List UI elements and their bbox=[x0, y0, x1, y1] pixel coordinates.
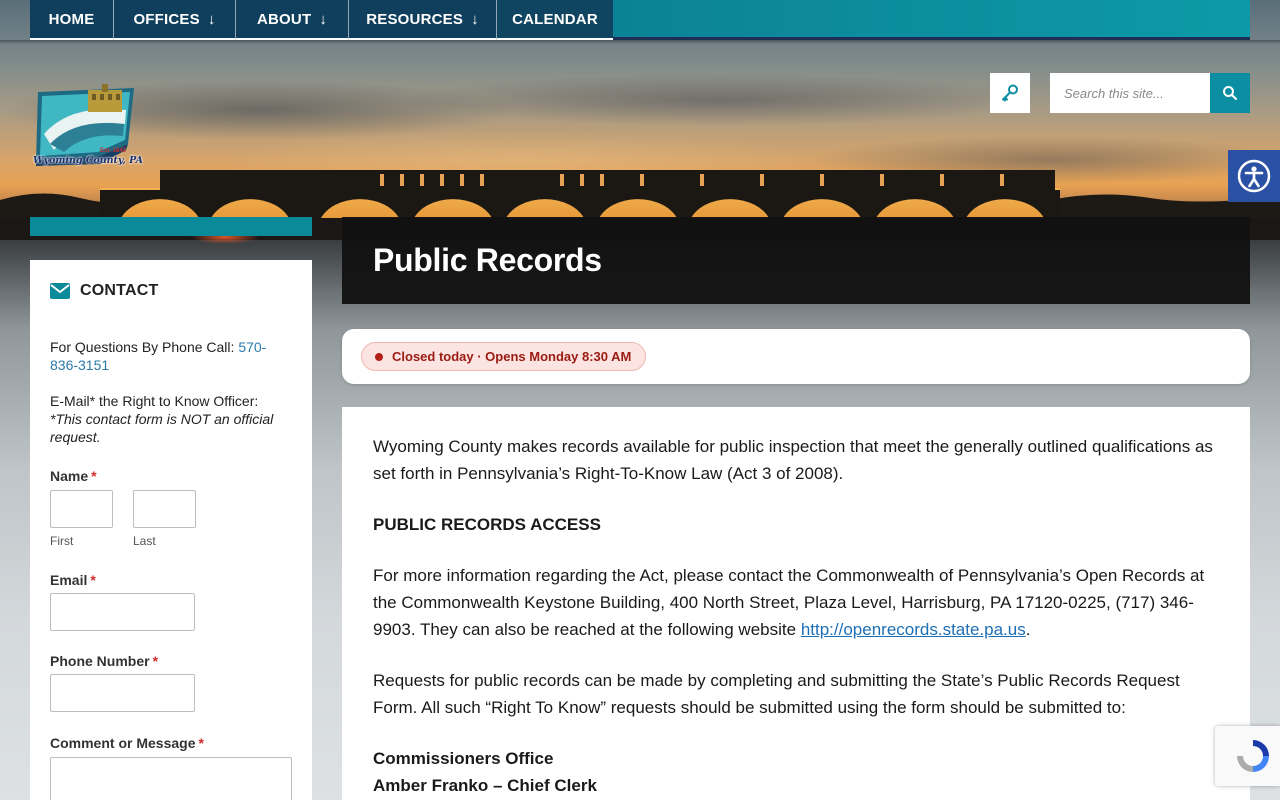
logo-text: Wyoming County, PA bbox=[33, 155, 143, 166]
search-icon bbox=[1223, 86, 1237, 100]
nav-calendar-label: CALENDAR bbox=[512, 10, 598, 28]
email-label-text: Email bbox=[50, 572, 88, 588]
phone-prefix: For Questions By Phone Call: bbox=[50, 339, 239, 355]
info-text: For more information regarding the Act, … bbox=[373, 566, 1205, 639]
name-label: Name * bbox=[50, 468, 292, 484]
sidebar-accent bbox=[30, 217, 312, 236]
info-end: . bbox=[1025, 620, 1031, 639]
search-button[interactable] bbox=[1210, 73, 1250, 113]
nav-offices-label: OFFICES bbox=[133, 10, 200, 28]
first-name-col: First bbox=[50, 490, 133, 548]
nav-resources[interactable]: RESOURCES ↓ bbox=[349, 0, 497, 40]
contact-header: CONTACT bbox=[50, 280, 292, 302]
hours-status-card: Closed today · Opens Monday 8:30 AM bbox=[342, 329, 1250, 384]
comment-label: Comment or Message * bbox=[50, 735, 292, 751]
contact-sidebar: CONTACT For Questions By Phone Call: 570… bbox=[30, 260, 312, 800]
first-label: First bbox=[50, 534, 74, 548]
recaptcha-icon bbox=[1237, 740, 1269, 772]
required-mark: * bbox=[91, 468, 97, 484]
arrow-down-icon: ↓ bbox=[207, 10, 216, 28]
nav-about[interactable]: ABOUT ↓ bbox=[236, 0, 349, 40]
nav-about-label: ABOUT bbox=[256, 10, 312, 28]
contact-name: Amber Franko – Chief Clerk bbox=[373, 776, 597, 795]
nav-offices[interactable]: OFFICES ↓ bbox=[114, 0, 236, 40]
required-mark: * bbox=[198, 735, 204, 751]
last-name-input[interactable] bbox=[133, 490, 196, 528]
status-text: Closed today · Opens Monday 8:30 AM bbox=[392, 349, 632, 364]
info-paragraph: For more information regarding the Act, … bbox=[373, 562, 1219, 643]
name-label-text: Name bbox=[50, 468, 89, 484]
comment-textarea[interactable] bbox=[50, 757, 292, 800]
phone-text: For Questions By Phone Call: 570-836-315… bbox=[50, 338, 292, 374]
email-line: E-Mail* the Right to Know Officer: bbox=[50, 393, 259, 409]
nav-calendar[interactable]: CALENDAR bbox=[497, 0, 613, 40]
requests-paragraph: Requests for public records can be made … bbox=[373, 671, 1180, 717]
envelope-icon bbox=[50, 283, 70, 299]
page-title-bar: Public Records bbox=[342, 217, 1250, 304]
status-dot-icon bbox=[375, 352, 383, 361]
email-input[interactable] bbox=[50, 593, 195, 631]
name-row: First Last bbox=[50, 490, 292, 548]
last-name-col: Last bbox=[133, 490, 216, 548]
accessibility-button[interactable] bbox=[1228, 150, 1280, 202]
main-content: Wyoming County makes records available f… bbox=[342, 407, 1250, 800]
phone-label-text: Phone Number bbox=[50, 653, 150, 669]
phone-input[interactable] bbox=[50, 674, 195, 712]
intro-paragraph: Wyoming County makes records available f… bbox=[373, 437, 1213, 483]
nav-shadow bbox=[0, 40, 1280, 44]
comment-label-text: Comment or Message bbox=[50, 735, 196, 751]
first-name-input[interactable] bbox=[50, 490, 113, 528]
last-label: Last bbox=[133, 534, 156, 548]
key-icon bbox=[1002, 84, 1018, 102]
arrow-down-icon: ↓ bbox=[471, 10, 479, 28]
contact-title: CONTACT bbox=[80, 282, 159, 299]
accessibility-icon bbox=[1237, 159, 1271, 193]
logo-est: Est. 1842 bbox=[100, 148, 127, 154]
required-mark: * bbox=[152, 653, 159, 669]
email-note: *This contact form is NOT an official re… bbox=[50, 411, 274, 445]
phone-label: Phone Number * bbox=[50, 653, 292, 669]
access-heading: PUBLIC RECORDS ACCESS bbox=[373, 515, 601, 534]
arrow-down-icon: ↓ bbox=[319, 10, 328, 28]
nav-home-label: HOME bbox=[48, 10, 95, 28]
email-text: E-Mail* the Right to Know Officer: *This… bbox=[50, 392, 292, 446]
login-button[interactable] bbox=[990, 73, 1030, 113]
required-mark: * bbox=[90, 572, 96, 588]
nav-home[interactable]: HOME bbox=[30, 0, 114, 40]
recaptcha-badge[interactable] bbox=[1215, 726, 1280, 786]
page-title: Public Records bbox=[373, 242, 602, 278]
email-label: Email * bbox=[50, 572, 292, 588]
status-badge: Closed today · Opens Monday 8:30 AM bbox=[361, 342, 647, 371]
search-input[interactable] bbox=[1050, 73, 1210, 113]
office-name: Commissioners Office bbox=[373, 749, 554, 768]
open-records-link[interactable]: http://openrecords.state.pa.us bbox=[801, 620, 1026, 639]
nav-resources-label: RESOURCES bbox=[366, 10, 464, 28]
